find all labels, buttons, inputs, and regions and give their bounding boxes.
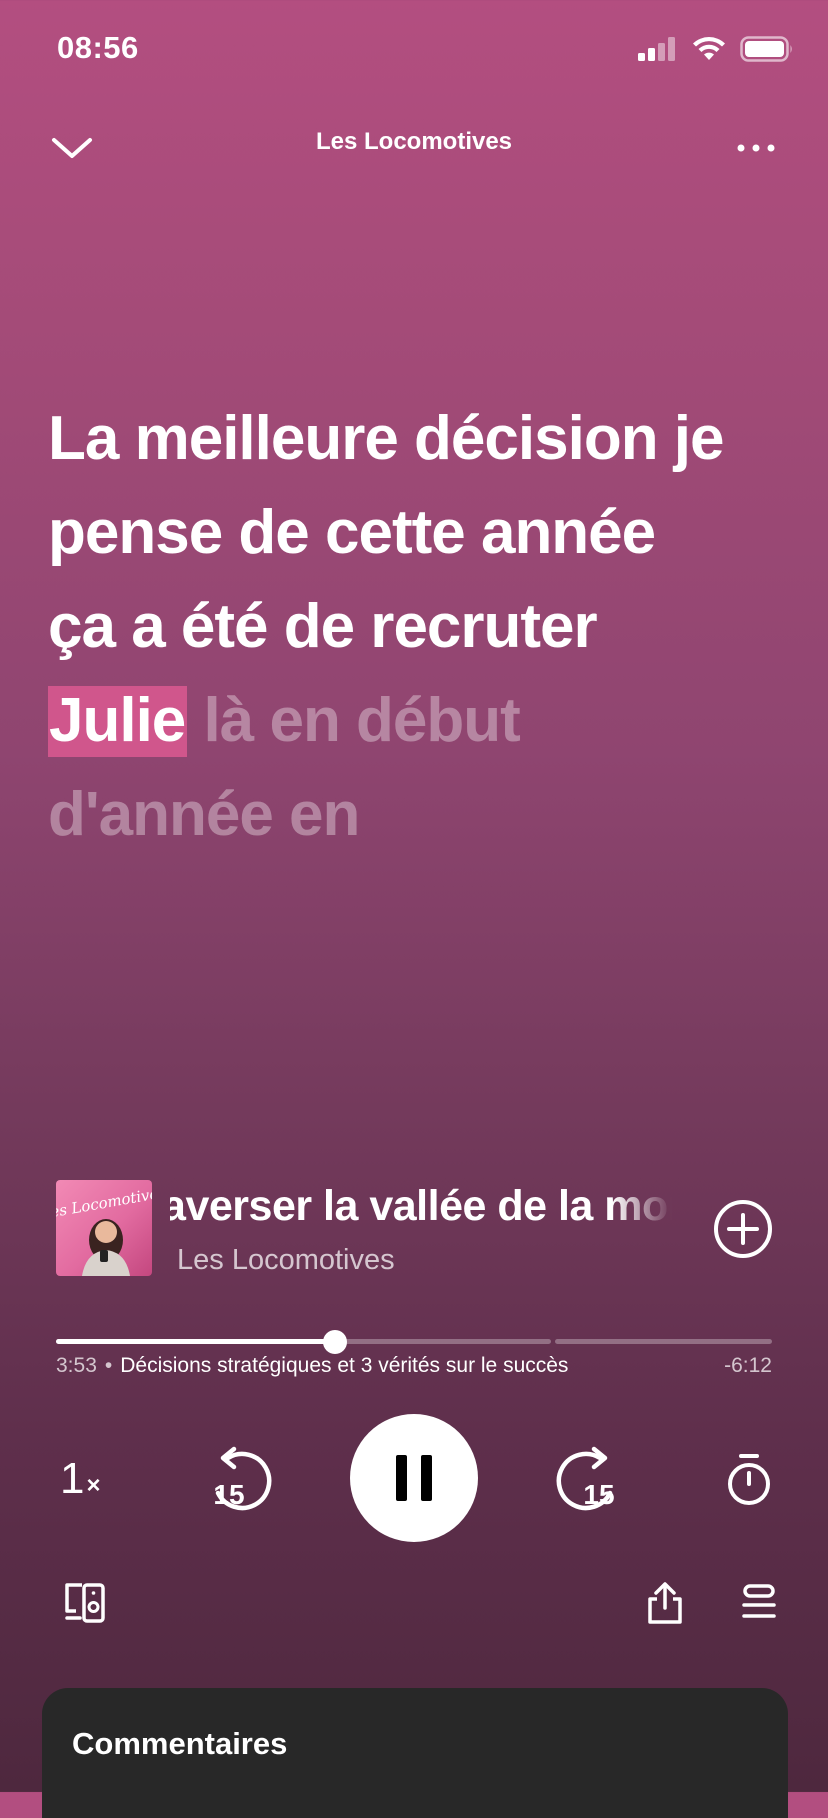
- comments-panel[interactable]: Commentaires: [42, 1688, 788, 1818]
- separator-dot: •: [104, 1354, 113, 1377]
- devices-icon: [65, 1583, 105, 1623]
- queue-icon: [742, 1584, 776, 1618]
- chapter-segment: [56, 1339, 551, 1344]
- pause-icon: [396, 1455, 432, 1501]
- add-to-library-button[interactable]: [712, 1198, 774, 1260]
- cellular-signal-icon: [638, 37, 675, 61]
- progress-thumb[interactable]: [323, 1330, 348, 1354]
- skip-forward-seconds: 15: [583, 1479, 614, 1510]
- share-icon: [648, 1582, 682, 1624]
- sleep-timer-icon: [728, 1454, 770, 1505]
- share-button[interactable]: [642, 1580, 688, 1626]
- chapter-title[interactable]: Décisions stratégiques et 3 vérités sur …: [120, 1354, 724, 1378]
- playback-progress-bar[interactable]: [56, 1330, 772, 1354]
- lyric-line-active: Julie là en début: [48, 674, 788, 768]
- skip-forward-icon: 15: [556, 1446, 615, 1511]
- more-options-button[interactable]: [730, 122, 782, 174]
- skip-back-seconds: 15: [213, 1479, 244, 1510]
- speed-suffix: ×: [86, 1472, 101, 1499]
- status-time: 08:56: [57, 30, 139, 65]
- pause-button[interactable]: [350, 1414, 478, 1542]
- lyric-line: ça a été de recruter: [48, 592, 598, 661]
- battery-icon: [740, 36, 792, 62]
- status-icons: [638, 36, 794, 62]
- episode-title-marquee[interactable]: traverser la vallée de la mor: [170, 1182, 672, 1238]
- skip-back-icon: 15: [213, 1446, 272, 1511]
- playback-speed-button[interactable]: 1 ×: [60, 1454, 101, 1504]
- sleep-timer-button[interactable]: [724, 1452, 774, 1508]
- add-circle-icon: [714, 1200, 772, 1258]
- queue-button[interactable]: [736, 1580, 782, 1626]
- show-name-link[interactable]: Les Locomotives: [177, 1244, 395, 1277]
- progress-fill: [56, 1339, 336, 1344]
- chapter-segment: [555, 1339, 772, 1344]
- elapsed-time: 3:53: [56, 1354, 97, 1377]
- lyric-line: d'année en: [48, 780, 360, 849]
- speed-value: 1: [60, 1454, 85, 1503]
- lyrics-panel[interactable]: La meilleure décision je pense de cette …: [48, 392, 788, 862]
- lyric-line: pense de cette année: [48, 498, 656, 567]
- skip-forward-15-button[interactable]: 15: [556, 1446, 622, 1512]
- time-row: 3:53 • Décisions stratégiques et 3 vérit…: [56, 1354, 772, 1378]
- lyric-upcoming-text: là en début: [203, 686, 521, 755]
- connect-device-button[interactable]: [62, 1580, 108, 1626]
- remaining-time: -6:12: [724, 1354, 772, 1377]
- lyric-current-word: Julie: [48, 686, 188, 757]
- page-title: Les Locomotives: [315, 128, 513, 155]
- episode-title: traverser la vallée de la mor: [170, 1182, 672, 1230]
- wifi-icon: [693, 37, 725, 60]
- podcast-cover-art[interactable]: Les Locomotives: [56, 1180, 152, 1276]
- comments-title: Commentaires: [72, 1726, 288, 1761]
- lyric-line: La meilleure décision je: [48, 404, 725, 473]
- more-horizontal-icon: [737, 144, 775, 152]
- cover-image: Les Locomotives: [56, 1180, 152, 1276]
- skip-back-15-button[interactable]: 15: [206, 1446, 272, 1512]
